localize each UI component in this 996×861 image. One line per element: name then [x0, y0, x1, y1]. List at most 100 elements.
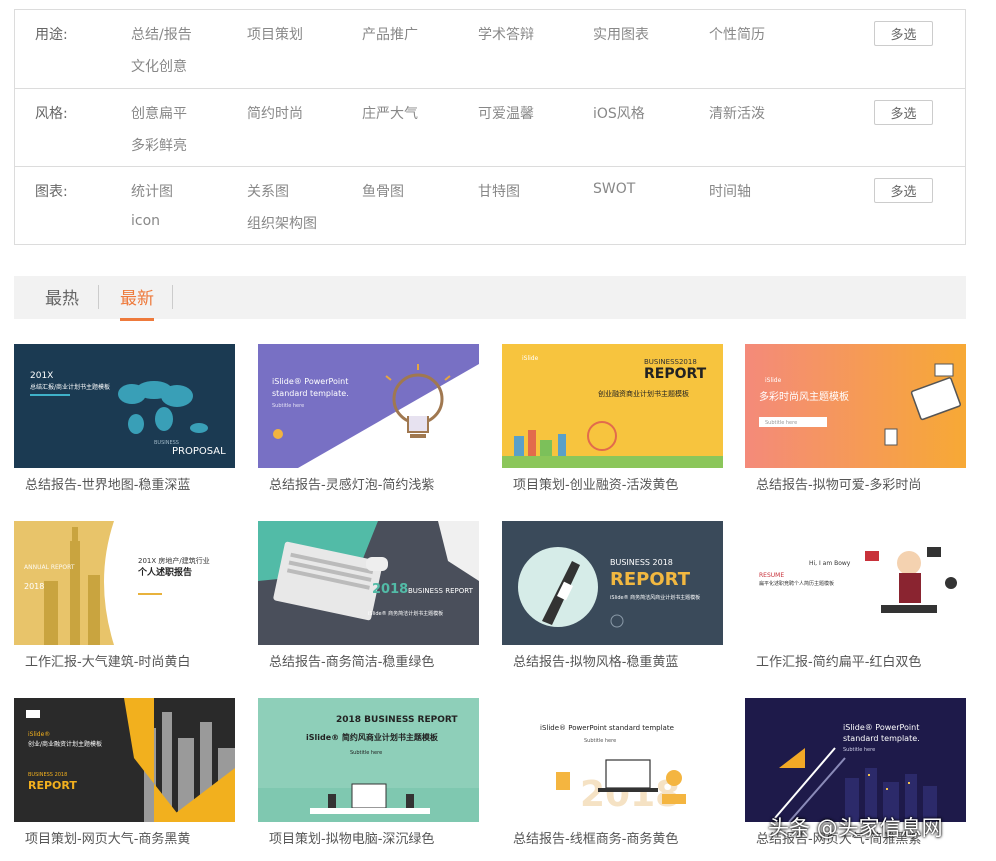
- template-card[interactable]: ANNUAL REPORT 2018 201X 房地产/建筑行业 个人述职报告 …: [14, 521, 235, 670]
- template-title[interactable]: 项目策划-网页大气-商务黑黄: [14, 828, 235, 847]
- filter-option[interactable]: 甘特图: [478, 181, 520, 201]
- filter-row-chart: 图表: 统计图 关系图 鱼骨图 甘特图 SWOT 时间轴 icon 组织架构图 …: [15, 166, 965, 244]
- multi-select-button[interactable]: 多选: [874, 100, 933, 125]
- thumb-brand: iSlide: [522, 355, 539, 362]
- multi-select-button[interactable]: 多选: [874, 178, 933, 203]
- template-card[interactable]: iSlide® PowerPoint standard template Sub…: [502, 698, 723, 847]
- template-title[interactable]: 总结报告-世界地图-稳重深蓝: [14, 474, 235, 493]
- template-thumbnail[interactable]: iSlide® PowerPoint standard template Sub…: [502, 698, 723, 822]
- tab-newest[interactable]: 最新: [120, 284, 154, 321]
- thumb-tag: Subtitle here: [765, 420, 797, 426]
- template-thumbnail[interactable]: ANNUAL REPORT 2018 201X 房地产/建筑行业 个人述职报告: [14, 521, 235, 645]
- template-card[interactable]: 2018 BUSINESS REPORT iSlide® 简约风商业计划书主题模…: [258, 698, 479, 847]
- filter-option[interactable]: 总结/报告: [131, 24, 192, 44]
- template-card[interactable]: iSlide BUSINESS2018 REPORT 创业融资商业计划书主题模板…: [502, 344, 723, 493]
- template-card[interactable]: 2018 BUSINESS REPORT iSlide® 商务简洁计划书主题模板…: [258, 521, 479, 670]
- filter-option[interactable]: 多彩鲜亮: [131, 135, 187, 155]
- filter-option[interactable]: 文化创意: [131, 56, 187, 76]
- thumb-heading: REPORT: [644, 366, 707, 382]
- thumb-subheading: 创业/商业融资计划主题模板: [28, 740, 102, 748]
- template-thumbnail[interactable]: 2018 BUSINESS REPORT iSlide® 简约风商业计划书主题模…: [258, 698, 479, 822]
- template-thumbnail[interactable]: iSlide® 创业/商业融资计划主题模板 BUSINESS 2018 REPO…: [14, 698, 235, 822]
- template-card[interactable]: iSlide 多彩时尚风主题模板 Subtitle here 总结报告-拟物可爱…: [745, 344, 966, 493]
- template-card[interactable]: 201X 总结汇报/商业计划书主题模板 BUSINESS PROPOSAL 总结…: [14, 344, 235, 493]
- thumb-subheading: standard template.: [843, 734, 920, 743]
- filter-option[interactable]: 关系图: [247, 181, 289, 201]
- filter-option[interactable]: 简约时尚: [247, 103, 303, 123]
- thumb-heading: 2018: [372, 582, 408, 597]
- filter-option[interactable]: 可爱温馨: [478, 103, 534, 123]
- filter-option[interactable]: 学术答辩: [478, 24, 534, 44]
- template-thumbnail[interactable]: BUSINESS 2018 REPORT iSlide® 商务简洁风商业计划书主…: [502, 521, 723, 645]
- multi-select-button[interactable]: 多选: [874, 21, 933, 46]
- filter-option[interactable]: 创意扁平: [131, 103, 187, 123]
- thumb-heading: iSlide® PowerPoint standard template: [540, 724, 674, 732]
- thumb-heading: iSlide® PowerPoint: [843, 723, 919, 732]
- template-thumbnail[interactable]: iSlide 多彩时尚风主题模板 Subtitle here: [745, 344, 966, 468]
- filter-option[interactable]: 清新活泼: [709, 103, 765, 123]
- filter-option[interactable]: icon: [131, 213, 160, 229]
- thumb-tag: REPORT: [28, 779, 77, 792]
- thumb-tag: Subtitle here: [350, 750, 382, 756]
- template-title[interactable]: 总结报告-拟物可爱-多彩时尚: [745, 474, 966, 493]
- template-thumbnail[interactable]: iSlide BUSINESS2018 REPORT 创业融资商业计划书主题模板: [502, 344, 723, 468]
- thumb-subheading: 总结汇报/商业计划书主题模板: [30, 383, 110, 391]
- thumb-tag: iSlide® 商务简洁计划书主题模板: [368, 610, 443, 617]
- filter-option[interactable]: 个性简历: [709, 24, 765, 44]
- template-title[interactable]: 工作汇报-大气建筑-时尚黄白: [14, 651, 235, 670]
- thumb-subheading: 创业融资商业计划书主题模板: [598, 389, 689, 398]
- thumb-tag: iSlide® 商务简洁风商业计划书主题模板: [610, 594, 700, 601]
- template-title[interactable]: 总结报告-灵感灯泡-简约浅紫: [258, 474, 479, 493]
- filter-option[interactable]: 组织架构图: [247, 213, 317, 233]
- thumb-heading: 多彩时尚风主题模板: [759, 390, 849, 403]
- thumb-heading: 个人述职报告: [137, 566, 192, 578]
- filter-option[interactable]: 鱼骨图: [362, 181, 404, 201]
- filter-label: 用途:: [35, 27, 68, 43]
- template-title[interactable]: 项目策划-创业融资-活泼黄色: [502, 474, 723, 493]
- filter-option[interactable]: 项目策划: [247, 24, 303, 44]
- filter-label: 图表:: [35, 184, 68, 200]
- template-title[interactable]: 工作汇报-简约扁平-红白双色: [745, 651, 966, 670]
- filter-option[interactable]: 实用图表: [593, 24, 649, 44]
- watermark-text: 头条 @头家信息网: [768, 816, 943, 840]
- tab-divider: [98, 285, 99, 309]
- filter-label: 风格:: [35, 106, 68, 122]
- thumb-tag: 2018: [24, 582, 44, 591]
- thumb-brand: iSlide: [765, 377, 782, 384]
- template-thumbnail[interactable]: 201X 总结汇报/商业计划书主题模板 BUSINESS PROPOSAL: [14, 344, 235, 468]
- filter-row-style: 风格: 创意扁平 简约时尚 庄严大气 可爱温馨 iOS风格 清新活泼 多彩鲜亮 …: [15, 88, 965, 166]
- thumb-subheading: standard template.: [272, 389, 349, 398]
- template-card[interactable]: iSlide® PowerPoint standard template. Su…: [258, 344, 479, 493]
- template-card[interactable]: Hi, I am Bowy RESUME 扁平化述职竞聘个人简历主题模板 工作汇…: [745, 521, 966, 670]
- filter-row-usage: 用途: 总结/报告 项目策划 产品推广 学术答辩 实用图表 个性简历 文化创意 …: [15, 10, 965, 88]
- template-title[interactable]: 总结报告-线框商务-商务黄色: [502, 828, 723, 847]
- template-thumbnail[interactable]: iSlide® PowerPoint standard template. Su…: [745, 698, 966, 822]
- thumb-tag2: ANNUAL REPORT: [24, 564, 75, 571]
- filter-option[interactable]: 时间轴: [709, 181, 751, 201]
- filter-option[interactable]: 庄严大气: [362, 103, 418, 123]
- template-card[interactable]: BUSINESS 2018 REPORT iSlide® 商务简洁风商业计划书主…: [502, 521, 723, 670]
- filter-option[interactable]: SWOT: [593, 181, 635, 197]
- tab-divider: [172, 285, 173, 309]
- template-title[interactable]: 项目策划-拟物电脑-深沉绿色: [258, 828, 479, 847]
- template-title[interactable]: 总结报告-拟物风格-稳重黄蓝: [502, 651, 723, 670]
- thumb-tag: Subtitle here: [584, 738, 616, 744]
- filter-option[interactable]: 统计图: [131, 181, 173, 201]
- filter-option[interactable]: iOS风格: [593, 103, 645, 123]
- template-thumbnail[interactable]: Hi, I am Bowy RESUME 扁平化述职竞聘个人简历主题模板: [745, 521, 966, 645]
- template-thumbnail[interactable]: iSlide® PowerPoint standard template. Su…: [258, 344, 479, 468]
- template-thumbnail[interactable]: 2018 BUSINESS REPORT iSlide® 商务简洁计划书主题模板: [258, 521, 479, 645]
- thumb-heading: RESUME: [759, 572, 784, 579]
- thumb-heading: REPORT: [610, 569, 691, 590]
- thumb-heading: iSlide®: [28, 731, 50, 738]
- thumb-tag: BUSINESS2018: [644, 358, 697, 366]
- filter-option[interactable]: 产品推广: [362, 24, 418, 44]
- tab-hot[interactable]: 最热: [45, 284, 79, 318]
- template-card[interactable]: iSlide® 创业/商业融资计划主题模板 BUSINESS 2018 REPO…: [14, 698, 235, 847]
- thumb-subheading: Hi, I am Bowy: [809, 560, 851, 567]
- filter-panel: 用途: 总结/报告 项目策划 产品推广 学术答辩 实用图表 个性简历 文化创意 …: [14, 9, 966, 245]
- thumb-subheading: 201X 房地产/建筑行业: [138, 556, 210, 565]
- template-title[interactable]: 总结报告-商务简洁-稳重绿色: [258, 651, 479, 670]
- sort-tabs: 最热 最新: [14, 276, 966, 321]
- thumb-tag: PROPOSAL: [172, 446, 226, 457]
